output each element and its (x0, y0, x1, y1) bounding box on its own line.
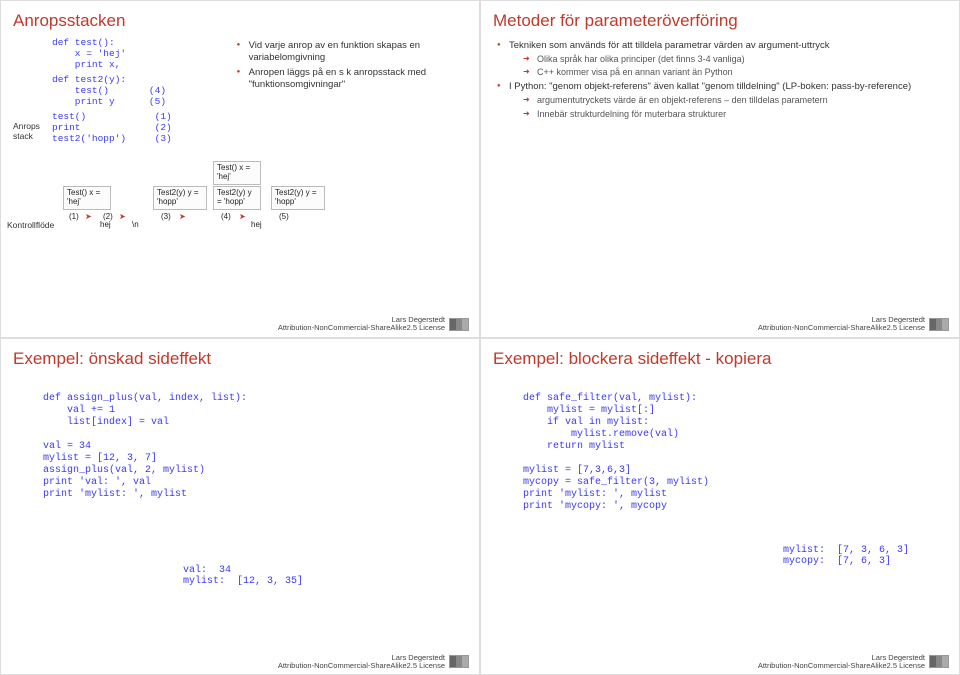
slide-onskad-sideffekt: Exempel: önskad sideffekt def assign_plu… (0, 338, 480, 675)
num-2: (2) (103, 212, 113, 221)
footer: Lars Degerstedt Attribution-NonCommercia… (493, 316, 949, 333)
code-test2-def: def test2(y): test() (4) print y (5) (52, 74, 166, 107)
slide-anropsstacken: Anropsstacken def test(): x = 'hej' prin… (0, 0, 480, 338)
s3-output: val: 34 mylist: [12, 3, 35] (183, 565, 303, 587)
s4-output: mylist: [7, 3, 6, 3] mycopy: [7, 6, 3] (783, 545, 909, 567)
s2-b1b: C++ kommer visa på en annan variant än P… (523, 67, 949, 78)
num-3: (3) (161, 212, 171, 221)
s2-b1: Tekniken som används för att tilldela pa… (497, 40, 949, 78)
flow-label: Kontrollflöde (7, 220, 54, 230)
footer: Lars Degerstedt Attribution-NonCommercia… (13, 654, 469, 671)
stack-label: Anrops stack (13, 111, 46, 141)
slide-blockera-sideffekt: Exempel: blockera sideffekt - kopiera de… (480, 338, 960, 675)
arrow-icon: ➤ (179, 212, 186, 221)
box-test2-b: Test2(y) y = 'hopp' (213, 186, 261, 210)
code-test-def: def test(): x = 'hej' print x, (52, 37, 126, 70)
footer-license: Attribution-NonCommercial-ShareAlike2.5 … (278, 323, 445, 332)
out-newline: \n (132, 220, 139, 229)
box-test-1: Test() x = 'hej' (63, 186, 111, 210)
num-1: (1) (69, 212, 79, 221)
footer: Lars Degerstedt Attribution-NonCommercia… (493, 654, 949, 671)
out-hej-1: hej (100, 220, 111, 229)
s2-b2: I Python: "genom objekt-referens" även k… (497, 81, 949, 119)
footer: Lars Degerstedt Attribution-NonCommercia… (13, 316, 469, 333)
box-test2-c: Test2(y) y = 'hopp' (271, 186, 325, 210)
s1-bullet-2: Anropen läggs på en s k anropsstack med … (237, 67, 469, 91)
code-calls: test() (1) print (2) test2('hopp') (3) (52, 111, 172, 144)
cc-badge-icon (449, 655, 469, 668)
box-test2-a: Test2(y) y = 'hopp' (153, 186, 207, 210)
num-4: (4) (221, 212, 231, 221)
s2-b1a: Olika språk har olika principer (det fin… (523, 54, 949, 65)
s4-code: def safe_filter(val, mylist): mylist = m… (523, 393, 949, 513)
slide-parameteroverforing: Metoder för parameteröverföring Tekniken… (480, 0, 960, 338)
slide1-title: Anropsstacken (13, 11, 469, 31)
arrow-icon: ➤ (119, 212, 126, 221)
slide4-title: Exempel: blockera sideffekt - kopiera (493, 349, 949, 369)
s2-b2b: Innebär strukturdelning för muterbara st… (523, 109, 949, 120)
footer-license: Attribution-NonCommercial-ShareAlike2.5 … (278, 661, 445, 670)
s2-b2a: argumentutryckets värde är en objekt-ref… (523, 95, 949, 106)
s3-code: def assign_plus(val, index, list): val +… (43, 393, 469, 501)
box-test-2: Test() x = 'hej' (213, 161, 261, 185)
s2-b2-text: I Python: "genom objekt-referens" även k… (509, 81, 911, 92)
num-5: (5) (279, 212, 289, 221)
s2-b1-text: Tekniken som används för att tilldela pa… (509, 40, 830, 51)
cc-badge-icon (449, 318, 469, 331)
out-hej-2: hej (251, 220, 262, 229)
footer-license: Attribution-NonCommercial-ShareAlike2.5 … (758, 323, 925, 332)
cc-badge-icon (929, 318, 949, 331)
call-flow-diagram: Kontrollflöde Test() x = 'hej' (1) ➤ hej… (13, 146, 469, 241)
arrow-icon: ➤ (85, 212, 92, 221)
cc-badge-icon (929, 655, 949, 668)
slide3-title: Exempel: önskad sideffekt (13, 349, 469, 369)
footer-license: Attribution-NonCommercial-ShareAlike2.5 … (758, 661, 925, 670)
s1-bullet-1: Vid varje anrop av en funktion skapas en… (237, 40, 469, 64)
arrow-icon: ➤ (239, 212, 246, 221)
slide2-title: Metoder för parameteröverföring (493, 11, 949, 31)
